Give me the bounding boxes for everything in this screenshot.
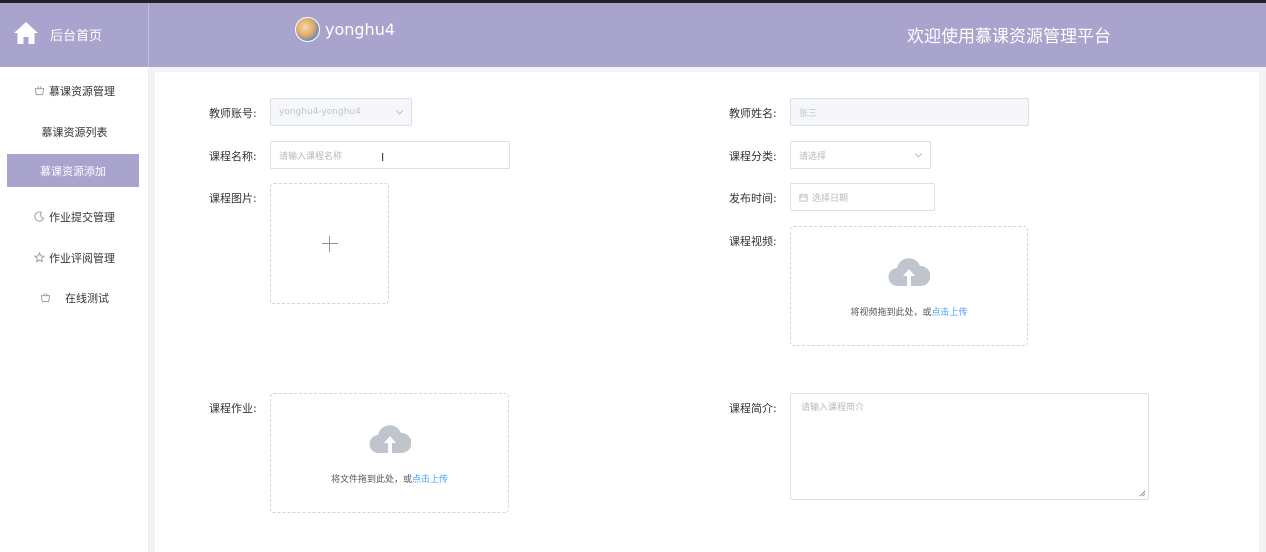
course-image-upload[interactable] xyxy=(270,183,389,304)
header-bar: 后台首页 yonghu4 欢迎使用慕课资源管理平台 xyxy=(0,3,1266,67)
sidebar-item-label: 慕课资源添加 xyxy=(40,164,106,178)
course-name-label: 课程名称: xyxy=(209,150,257,163)
content-gutter-right xyxy=(1259,67,1266,552)
content-gutter-left xyxy=(149,67,155,552)
course-category-placeholder: 请选择 xyxy=(799,151,827,162)
calendar-icon xyxy=(799,193,808,202)
text-cursor-icon: I xyxy=(381,151,385,164)
teacher-account-select[interactable]: yonghu4-yonghu4 xyxy=(270,98,412,126)
course-homework-label: 课程作业: xyxy=(209,402,257,415)
course-video-label: 课程视频: xyxy=(729,235,777,248)
sidebar-item-label: 慕课资源列表 xyxy=(41,126,108,139)
chevron-down-icon xyxy=(914,150,923,158)
cloud-upload-icon xyxy=(369,425,411,454)
teacher-account-value: yonghu4-yonghu4 xyxy=(279,107,361,117)
course-category-select[interactable]: 请选择 xyxy=(790,141,931,169)
star-icon xyxy=(34,252,45,263)
moon-icon xyxy=(34,211,45,222)
basket-icon xyxy=(34,86,45,96)
content-gutter-top xyxy=(149,67,1266,72)
course-homework-upload[interactable]: 将文件拖到此处，或点击上传 xyxy=(270,393,509,513)
user-info[interactable]: yonghu4 xyxy=(295,17,395,42)
teacher-account-label: 教师账号: xyxy=(209,107,257,120)
sidebar-item-mooc-management[interactable]: 慕课资源管理 xyxy=(0,83,149,99)
video-upload-hint: 将视频拖到此处，或点击上传 xyxy=(791,305,1027,318)
sidebar-item-label: 慕课资源管理 xyxy=(49,85,115,98)
sidebar-item-homework-submit[interactable]: 作业提交管理 xyxy=(0,209,149,225)
sidebar-item-homework-review[interactable]: 作业评阅管理 xyxy=(0,250,149,266)
course-intro-label: 课程简介: xyxy=(729,402,777,415)
video-upload-text: 将视频拖到此处，或 xyxy=(850,308,932,318)
plus-icon xyxy=(321,235,338,252)
cloud-upload-icon xyxy=(888,258,930,287)
chevron-down-icon xyxy=(395,107,404,115)
home-button[interactable]: 后台首页 xyxy=(0,3,149,67)
course-video-upload[interactable]: 将视频拖到此处，或点击上传 xyxy=(790,226,1028,346)
teacher-name-value: 张三 xyxy=(799,108,818,119)
basket-icon xyxy=(40,293,51,303)
sidebar-item-mooc-add[interactable]: 慕课资源添加 xyxy=(7,154,139,187)
publish-time-label: 发布时间: xyxy=(729,192,777,205)
homework-upload-hint: 将文件拖到此处，或点击上传 xyxy=(271,472,508,485)
sidebar-item-label: 作业提交管理 xyxy=(49,211,115,224)
username: yonghu4 xyxy=(325,20,396,39)
avatar[interactable] xyxy=(295,17,320,42)
sidebar: 慕课资源管理 慕课资源列表 慕课资源添加 作业提交管理 作业评阅管理 在线测试 xyxy=(0,67,149,552)
homework-upload-link[interactable]: 点击上传 xyxy=(412,475,448,485)
course-category-label: 课程分类: xyxy=(729,150,777,163)
welcome-title: 欢迎使用慕课资源管理平台 xyxy=(907,27,1111,47)
sidebar-item-mooc-list[interactable]: 慕课资源列表 xyxy=(0,124,149,140)
teacher-name-input[interactable]: 张三 xyxy=(790,98,1029,126)
publish-date-placeholder: 选择日期 xyxy=(812,193,849,204)
course-intro-textarea[interactable]: 请输入课程简介 xyxy=(790,393,1149,500)
course-name-placeholder: 请输入课程名称 xyxy=(279,151,343,162)
resize-handle-icon[interactable] xyxy=(1139,490,1146,497)
teacher-name-label: 教师姓名: xyxy=(729,107,777,120)
course-intro-placeholder: 请输入课程简介 xyxy=(801,403,865,413)
sidebar-item-label: 在线测试 xyxy=(65,292,109,305)
course-image-label: 课程图片: xyxy=(209,192,257,205)
sidebar-item-online-test[interactable]: 在线测试 xyxy=(0,290,149,306)
homework-upload-text: 将文件拖到此处，或 xyxy=(330,475,412,485)
publish-date-picker[interactable]: 选择日期 xyxy=(790,183,935,211)
home-icon xyxy=(14,22,38,44)
video-upload-link[interactable]: 点击上传 xyxy=(932,308,968,318)
course-name-input[interactable]: 请输入课程名称 xyxy=(270,141,510,169)
sidebar-item-label: 作业评阅管理 xyxy=(49,252,115,265)
home-label: 后台首页 xyxy=(50,29,103,44)
